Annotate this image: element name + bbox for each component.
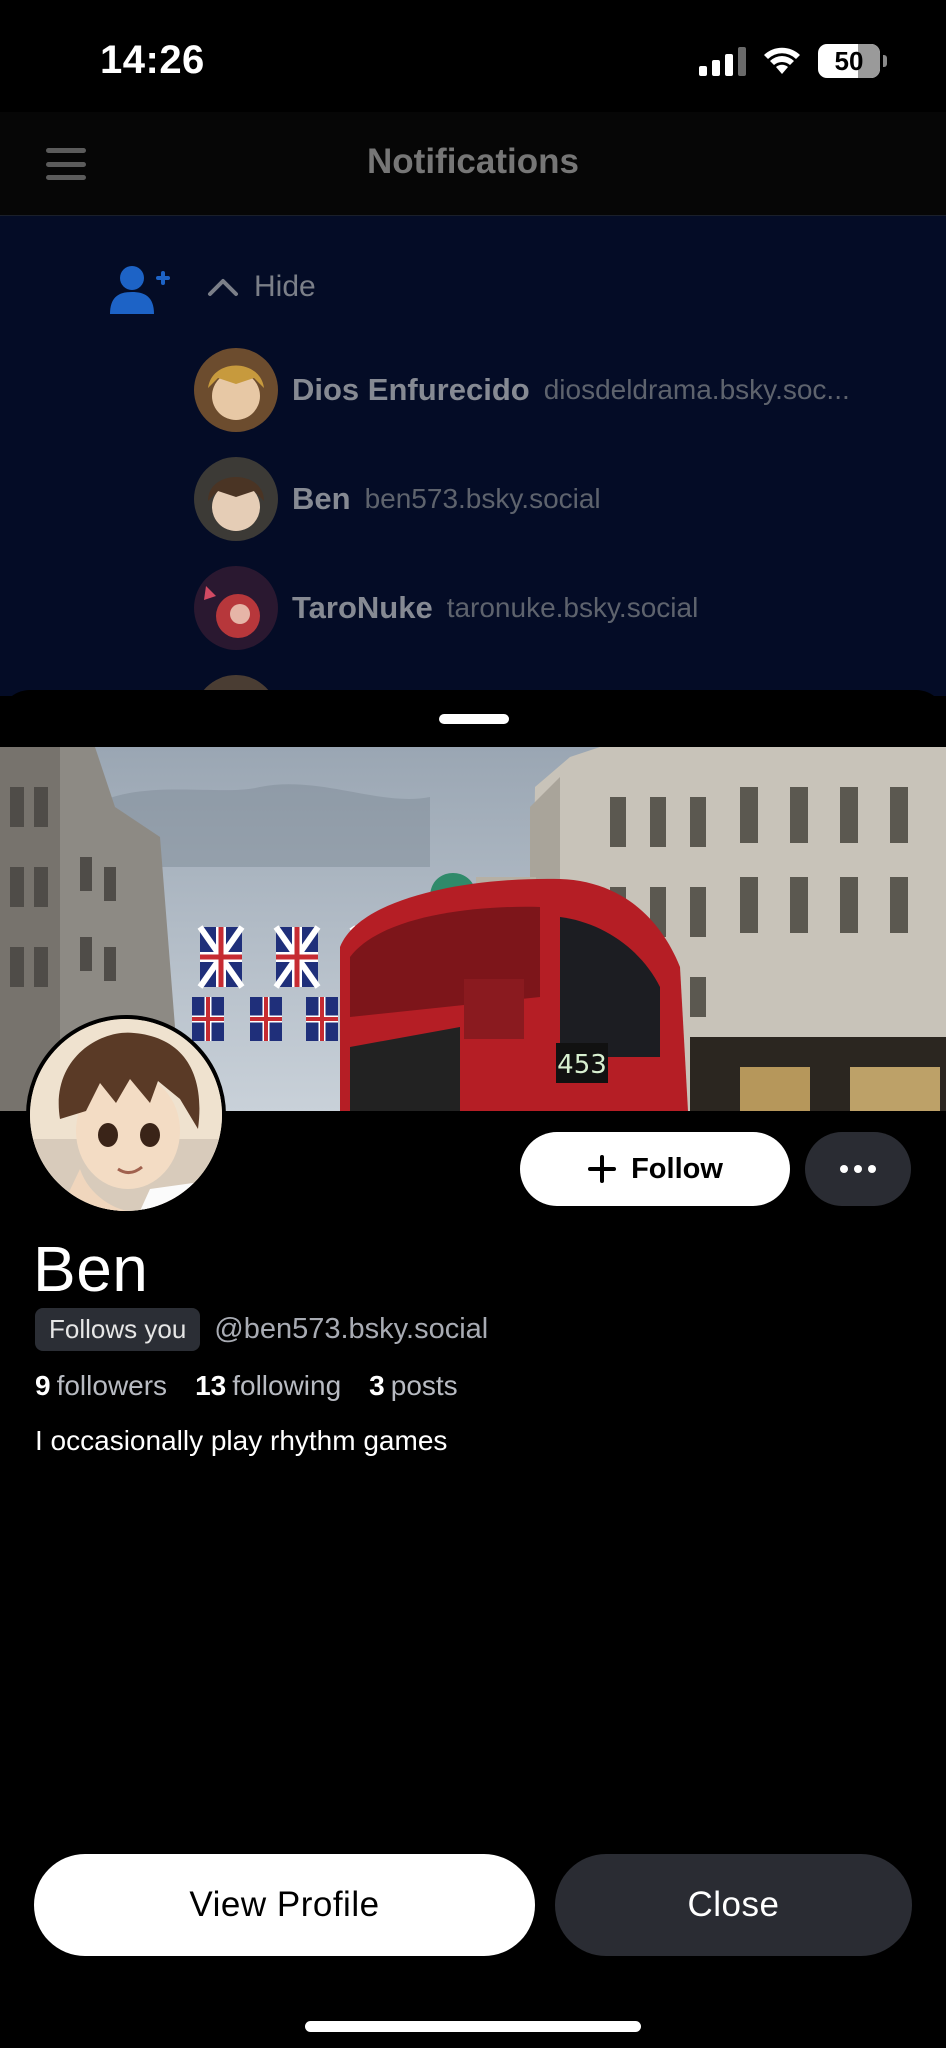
avatar — [194, 566, 278, 650]
plus-icon — [588, 1155, 617, 1183]
page-title: Notifications — [367, 142, 579, 181]
hide-label: Hide — [254, 270, 316, 303]
close-button[interactable]: Close — [555, 1854, 912, 1956]
list-item[interactable]: TaroNuke taronuke.bsky.social — [194, 566, 914, 650]
followers-stat[interactable]: 9 followers — [35, 1370, 167, 1402]
notif-name: Ben — [292, 481, 351, 516]
notif-name: TaroNuke — [292, 590, 433, 625]
view-profile-button[interactable]: View Profile — [34, 1854, 535, 1956]
follow-label: Follow — [631, 1152, 723, 1185]
avatar — [194, 457, 278, 541]
person-add-icon — [110, 266, 170, 314]
profile-sheet: 453 Follow Ben Follows you @ben573.bsky.… — [0, 690, 946, 2048]
hide-toggle[interactable]: Hide — [206, 270, 316, 304]
home-indicator[interactable] — [305, 2021, 641, 2032]
notif-handle: diosdeldrama.bsky.soc... — [543, 374, 850, 405]
bus-number: 453 — [557, 1050, 607, 1080]
sheet-grabber[interactable] — [439, 714, 509, 724]
notif-handle: taronuke.bsky.social — [446, 592, 699, 623]
profile-handle: @ben573.bsky.social — [214, 1313, 489, 1345]
profile-display-name: Ben — [33, 1233, 149, 1305]
notification-item: Hide Dios Enfurecido diosdeldrama.bsky.s… — [0, 216, 946, 696]
wifi-icon — [764, 47, 800, 74]
battery-icon: 50 — [818, 44, 887, 78]
cellular-signal-icon — [699, 46, 746, 76]
profile-stats: 9 followers 13 following 3 posts — [35, 1370, 458, 1402]
list-item[interactable]: Ben ben573.bsky.social — [194, 457, 914, 541]
posts-stat: 3 posts — [369, 1370, 458, 1401]
app-header: Notifications — [0, 112, 946, 216]
avatar[interactable] — [26, 1015, 226, 1215]
status-time: 14:26 — [100, 38, 205, 82]
more-options-icon[interactable] — [805, 1132, 911, 1206]
profile-bio: I occasionally play rhythm games — [35, 1425, 448, 1456]
follow-button[interactable]: Follow — [520, 1132, 790, 1206]
notif-name: Dios Enfurecido — [292, 372, 530, 407]
follows-you-badge: Follows you — [35, 1308, 201, 1351]
following-stat[interactable]: 13 following — [195, 1370, 341, 1402]
status-bar: 14:26 50 — [0, 0, 946, 112]
status-icons: 50 — [699, 44, 887, 78]
profile-meta: Follows you @ben573.bsky.social — [35, 1308, 488, 1351]
notif-handle: ben573.bsky.social — [364, 483, 601, 514]
battery-level: 50 — [834, 45, 864, 76]
avatar — [194, 348, 278, 432]
list-item[interactable]: Dios Enfurecido diosdeldrama.bsky.soc... — [194, 348, 914, 432]
chevron-up-icon — [208, 279, 238, 296]
